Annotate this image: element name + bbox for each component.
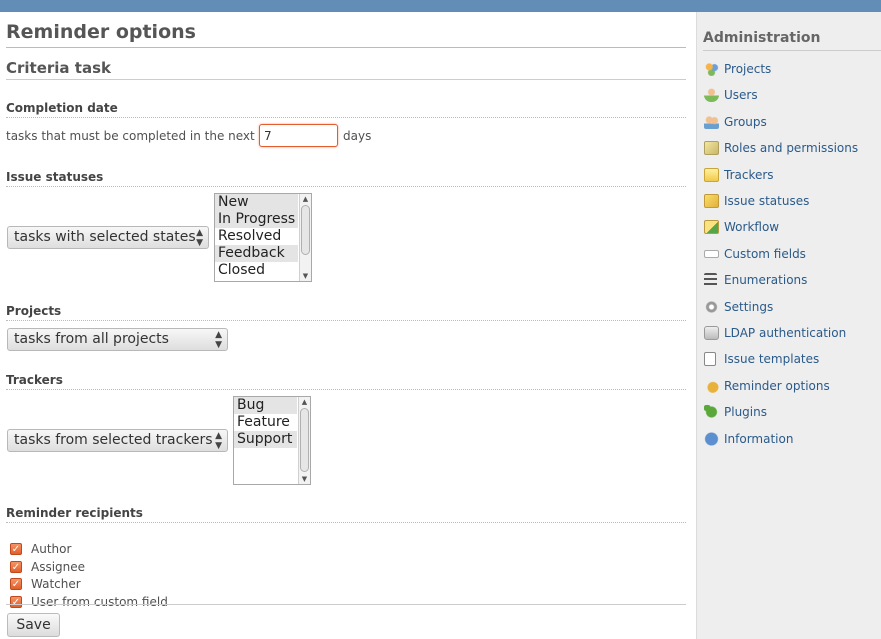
- recipient-label: Watcher: [31, 577, 81, 591]
- sidebar-item-label: Information: [724, 432, 794, 446]
- recipients-heading: Reminder recipients: [6, 506, 686, 523]
- sidebar-item-label: Enumerations: [724, 273, 808, 287]
- trackers-heading: Trackers: [6, 373, 686, 390]
- tracker-icon: [704, 168, 719, 182]
- recipient-checkbox[interactable]: ✓: [10, 561, 22, 573]
- issue-statuses-heading: Issue statuses: [6, 170, 686, 187]
- recipient-checkbox[interactable]: ✓: [10, 543, 22, 555]
- info-icon: [704, 432, 719, 446]
- status-option[interactable]: Feedback: [215, 245, 298, 262]
- gear-icon: [704, 300, 719, 314]
- criteria-task-title: Criteria task: [6, 59, 686, 80]
- page-title: Reminder options: [6, 20, 686, 48]
- completion-prefix-text: tasks that must be completed in the next: [6, 129, 255, 143]
- status-option[interactable]: Closed: [215, 262, 298, 279]
- user-icon: [704, 88, 719, 102]
- days-input[interactable]: [259, 124, 338, 147]
- scroll-up-icon[interactable]: ▲: [299, 397, 310, 407]
- custom-fields-icon: [704, 250, 719, 258]
- main-content: Reminder options Criteria task Completio…: [0, 12, 696, 639]
- sidebar-title: Administration: [703, 30, 881, 51]
- workflow-icon: [704, 220, 719, 234]
- projects-mode-value: tasks from all projects: [14, 331, 169, 347]
- status-mode-select[interactable]: tasks with selected states ▲ ▼: [7, 226, 209, 249]
- select-arrows-icon: ▲ ▼: [215, 330, 222, 350]
- scroll-down-icon[interactable]: ▼: [300, 271, 311, 281]
- plugin-icon: [704, 405, 719, 419]
- recipient-checkbox[interactable]: ✓: [10, 596, 22, 608]
- status-mode-value: tasks with selected states: [14, 229, 196, 245]
- sidebar-item-label: LDAP authentication: [724, 326, 847, 340]
- projects-mode-select[interactable]: tasks from all projects ▲ ▼: [7, 328, 228, 351]
- status-option[interactable]: Resolved: [215, 228, 298, 245]
- sidebar-item-label: Workflow: [724, 220, 780, 234]
- trackers-listbox[interactable]: Bug Feature Support ▲ ▼: [233, 396, 311, 485]
- sidebar-item-label: Custom fields: [724, 247, 806, 261]
- trackers-mode-value: tasks from selected trackers: [14, 432, 213, 448]
- tracker-option[interactable]: Support: [234, 431, 297, 448]
- issue-status-icon: [704, 194, 719, 208]
- sidebar-item-label: Groups: [724, 115, 767, 129]
- ldap-icon: [704, 326, 719, 340]
- sidebar-item-label: Trackers: [724, 168, 774, 182]
- sidebar-item-label: Settings: [724, 300, 774, 314]
- scroll-down-icon[interactable]: ▼: [299, 474, 310, 484]
- list-icon: [704, 273, 717, 287]
- bell-icon: [704, 379, 719, 393]
- sidebar-item-label: Roles and permissions: [724, 141, 859, 155]
- status-option[interactable]: In Progress: [215, 211, 298, 228]
- group-icon: [704, 115, 719, 129]
- projects-heading: Projects: [6, 304, 686, 321]
- sidebar-item-label: Issue statuses: [724, 194, 810, 208]
- projects-icon: [704, 62, 719, 76]
- sidebar-item-label: Users: [724, 88, 758, 102]
- form-divider: [6, 604, 686, 605]
- sidebar-item-label: Plugins: [724, 405, 767, 419]
- top-header-bar: [0, 0, 881, 12]
- status-option[interactable]: New: [215, 194, 298, 211]
- scroll-up-icon[interactable]: ▲: [300, 194, 311, 204]
- scroll-thumb[interactable]: [301, 205, 310, 255]
- admin-sidebar: Administration Projects Users Groups Roles …: [696, 12, 881, 639]
- tracker-option[interactable]: Bug: [234, 397, 297, 414]
- sidebar-item-label: Reminder options: [724, 379, 830, 393]
- status-scrollbar[interactable]: ▲ ▼: [299, 194, 311, 281]
- status-options: New In Progress Resolved Feedback Closed: [215, 194, 311, 279]
- completion-date-heading: Completion date: [6, 101, 686, 118]
- trackers-mode-select[interactable]: tasks from selected trackers ▲ ▼: [7, 429, 228, 452]
- roles-icon: [704, 141, 719, 155]
- sidebar-item-label: Projects: [724, 62, 772, 76]
- recipient-checkbox[interactable]: ✓: [10, 578, 22, 590]
- select-arrows-icon: ▲ ▼: [215, 431, 222, 451]
- scroll-thumb[interactable]: [300, 408, 309, 472]
- trackers-scrollbar[interactable]: ▲ ▼: [298, 397, 310, 484]
- template-icon: [704, 352, 716, 366]
- status-listbox[interactable]: New In Progress Resolved Feedback Closed ▲ ▼: [214, 193, 312, 282]
- select-arrows-icon: ▲ ▼: [196, 228, 203, 248]
- completion-suffix-text: days: [343, 129, 372, 143]
- recipient-label: Assignee: [31, 560, 86, 574]
- recipient-label: Author: [31, 542, 72, 556]
- tracker-option[interactable]: Feature: [234, 414, 297, 431]
- sidebar-item-label: Issue templates: [724, 352, 820, 366]
- recipient-label: User from custom field: [31, 595, 168, 609]
- save-button[interactable]: Save: [7, 613, 60, 637]
